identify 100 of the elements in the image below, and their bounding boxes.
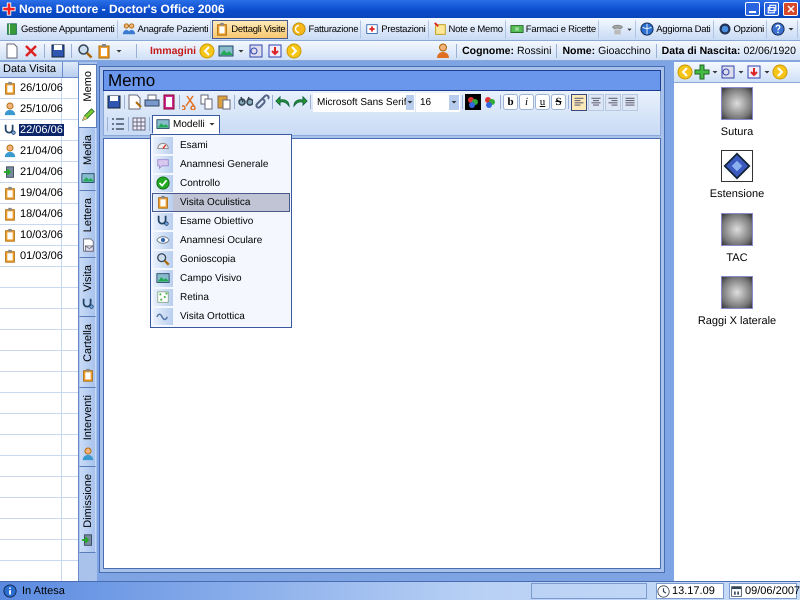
clipboard-icon — [3, 249, 17, 263]
side-tab[interactable]: Media — [79, 128, 96, 191]
menu-item[interactable]: Anamnesi Generale — [152, 154, 290, 174]
text-color-icon[interactable] — [465, 94, 481, 110]
side-tab[interactable]: Dimissione — [79, 466, 96, 554]
menu-item[interactable]: Retina — [152, 288, 290, 306]
caret-icon[interactable] — [711, 68, 719, 76]
panel-title: Memo — [103, 70, 661, 91]
landscape-icon — [156, 271, 170, 285]
person-icon — [435, 42, 452, 58]
visit-row[interactable]: 26/10/06 — [0, 78, 62, 98]
align-button[interactable] — [571, 94, 587, 110]
visit-row[interactable]: 18/04/06 — [0, 204, 62, 224]
close-button[interactable] — [783, 2, 798, 16]
side-tab[interactable]: Cartella — [79, 317, 96, 388]
visit-row[interactable]: 22/06/06 — [0, 120, 62, 140]
side-tab[interactable]: Interventi — [79, 388, 96, 467]
nav-tab[interactable]: Gestione Appuntamenti — [2, 20, 118, 38]
paste-icon[interactable] — [216, 94, 232, 110]
nav-tab[interactable]: Note e Memo — [430, 20, 506, 38]
visit-row[interactable]: 10/03/06 — [0, 225, 62, 245]
menu-item[interactable]: Esami — [152, 136, 290, 154]
photo-placeholder[interactable] — [721, 213, 753, 246]
format-button[interactable]: S — [551, 94, 566, 110]
field-value: 02/06/1920 — [743, 44, 796, 56]
picture-icon — [80, 170, 94, 185]
visit-row[interactable]: 21/04/06 — [0, 162, 62, 182]
link-icon[interactable] — [254, 94, 270, 110]
delete-icon[interactable] — [23, 42, 39, 58]
photo-placeholder[interactable] — [721, 276, 753, 309]
font-size-dropdown[interactable]: 16 — [416, 92, 460, 112]
image-caption: Raggi X laterale — [698, 315, 776, 327]
menu-item[interactable]: Anamnesi Oculare — [152, 230, 290, 250]
zoom-icon[interactable] — [720, 64, 736, 80]
date-field: 09/06/2007 — [729, 583, 797, 599]
video-file-icon[interactable] — [721, 150, 753, 182]
toolbar-button[interactable]: Opzioni — [714, 20, 767, 38]
person-icon — [3, 102, 17, 116]
templates-dropdown[interactable]: Modelli — [152, 114, 220, 134]
visit-row[interactable]: 19/04/06 — [0, 183, 62, 203]
visit-row[interactable]: 01/03/06 — [0, 246, 62, 266]
people-icon — [122, 22, 136, 36]
table-icon[interactable] — [131, 116, 147, 132]
search-icon[interactable] — [77, 42, 93, 58]
images-label: Immagini — [150, 44, 196, 56]
copy-icon[interactable] — [199, 94, 215, 110]
print-preview-icon[interactable] — [127, 94, 143, 110]
field-value: Gioacchino — [598, 44, 651, 56]
image-caption: Estensione — [710, 188, 764, 200]
font-dropdown[interactable]: Microsoft Sans Serif — [313, 92, 415, 112]
nav-tab[interactable]: Fatturazione — [289, 20, 362, 38]
menu-item[interactable]: Esame Obiettivo — [152, 212, 290, 230]
redo-icon[interactable] — [292, 94, 308, 110]
pencil-icon — [80, 108, 94, 122]
caret-icon[interactable] — [737, 68, 745, 76]
minimize-button[interactable] — [745, 2, 760, 16]
zoom-icon[interactable] — [248, 42, 264, 58]
nav-tab[interactable]: Anagrafe Pazienti — [118, 20, 212, 38]
nav-tab[interactable]: Farmaci e Ricette — [506, 20, 599, 38]
menu-item[interactable]: Controllo — [152, 174, 290, 192]
speech-bubble-icon — [156, 157, 170, 171]
undo-icon[interactable] — [275, 94, 291, 110]
nav-tab[interactable]: Dettagli Visite — [212, 20, 288, 38]
cut-icon[interactable] — [182, 94, 198, 110]
nav-tab[interactable]: Prestazioni — [362, 20, 428, 38]
download-icon[interactable] — [267, 42, 284, 58]
coin-icon — [292, 22, 306, 36]
clipboard-icon — [3, 186, 17, 200]
align-right-icon — [607, 96, 619, 108]
save-icon[interactable] — [50, 42, 66, 58]
align-center-icon — [590, 96, 602, 108]
save-icon[interactable] — [106, 94, 122, 110]
field-label: Cognome: — [462, 44, 514, 56]
bullet-list-icon[interactable] — [110, 116, 126, 132]
side-tab[interactable]: Visita — [79, 258, 96, 318]
format-button[interactable]: b — [503, 94, 518, 110]
menu-item[interactable]: Visita Oculistica — [152, 192, 290, 212]
calendar-icon — [730, 584, 743, 598]
grid-icon — [156, 290, 170, 304]
medical-case-icon — [365, 22, 380, 36]
add-icon[interactable] — [694, 64, 710, 80]
menu-item[interactable]: Visita Ortottica — [152, 306, 290, 326]
visit-row[interactable]: 21/04/06 — [0, 141, 62, 161]
clipboard-icon[interactable] — [96, 42, 112, 58]
close-icon — [784, 3, 796, 15]
align-justify-icon — [624, 96, 636, 108]
format-button[interactable]: i — [519, 94, 534, 110]
photo-placeholder[interactable] — [720, 87, 753, 120]
menu-item[interactable]: Gonioscopia — [152, 250, 290, 268]
restore-button[interactable] — [764, 2, 779, 16]
format-button[interactable]: u — [535, 94, 550, 110]
highlight-color-icon[interactable] — [482, 94, 498, 110]
visit-row[interactable]: 25/10/06 — [0, 99, 62, 119]
side-tab[interactable]: Lettera — [79, 190, 96, 258]
toolbar-button[interactable]: Aggiorna Dati — [637, 20, 714, 38]
side-tab[interactable]: Memo — [79, 64, 97, 128]
caret-icon[interactable] — [763, 68, 771, 76]
picture-icon[interactable] — [218, 42, 234, 58]
download-icon[interactable] — [746, 64, 762, 80]
menu-item[interactable]: Campo Visivo — [152, 268, 290, 288]
